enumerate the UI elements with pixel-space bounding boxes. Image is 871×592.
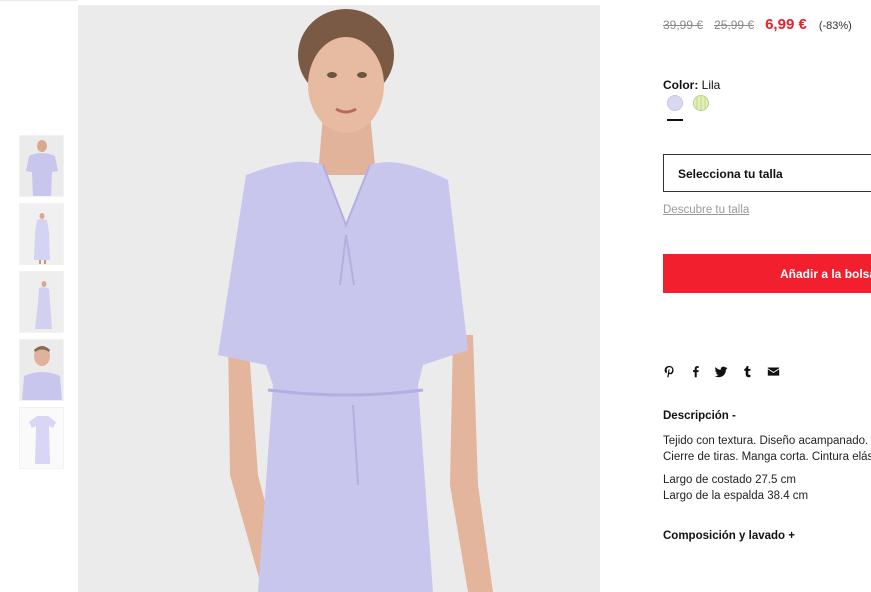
thumbnail-strip — [19, 135, 64, 475]
thumbnail-5[interactable] — [19, 407, 64, 469]
price-current: 6,99 € — [765, 16, 807, 33]
description-line: Tejido con textura. Diseño acampanado. — [663, 435, 869, 447]
composition-toggle[interactable]: Composición y lavado + — [663, 530, 795, 542]
thumbnail-3[interactable] — [19, 271, 64, 333]
add-to-bag-button[interactable]: Añadir a la bolsa — [663, 254, 871, 293]
swatch-lila[interactable] — [667, 95, 683, 111]
color-label-value: Lila — [701, 78, 721, 92]
model-illustration — [78, 5, 600, 592]
color-swatches — [667, 95, 709, 111]
price-previous: 25,99 € — [714, 18, 755, 32]
measurements: Largo de costado 27.5 cm Largo de la esp… — [663, 473, 808, 504]
top-divider — [0, 0, 78, 1]
selected-swatch-indicator — [667, 119, 683, 121]
size-select[interactable]: Selecciona tu talla — [663, 154, 871, 192]
discount-badge: (-83%) — [818, 20, 852, 32]
measurement-line: Largo de la espalda 38.4 cm — [663, 489, 809, 502]
price-row: 39,99 € 25,99 € 6,99 € (-83%) — [663, 16, 852, 33]
product-info-panel: 39,99 € 25,99 € 6,99 € (-83%) Color: Lil… — [663, 0, 871, 592]
price-original: 39,99 € — [663, 18, 704, 32]
twitter-icon[interactable] — [715, 364, 728, 378]
tumblr-icon[interactable] — [741, 364, 754, 378]
description-line: Cierre de tiras. Manga corta. Cintura el… — [663, 450, 871, 463]
pinterest-icon[interactable] — [663, 364, 676, 378]
swatch-lima[interactable] — [693, 95, 709, 111]
share-bar — [663, 364, 780, 378]
color-label-key: Color: — [663, 78, 699, 92]
measurement-line: Largo de costado 27.5 cm — [663, 474, 796, 486]
thumbnail-4[interactable] — [19, 339, 64, 401]
thumbnail-1[interactable] — [19, 135, 64, 197]
facebook-icon[interactable] — [689, 364, 702, 378]
email-icon[interactable] — [767, 364, 780, 378]
description-text: Tejido con textura. Diseño acampanado. C… — [663, 434, 871, 465]
thumbnail-2[interactable] — [19, 203, 64, 265]
color-label: Color: Lila — [663, 78, 720, 92]
size-guide-link[interactable]: Descubre tu talla — [663, 204, 749, 216]
description-toggle[interactable]: Descripción - — [663, 410, 736, 422]
product-main-image[interactable] — [78, 5, 600, 592]
